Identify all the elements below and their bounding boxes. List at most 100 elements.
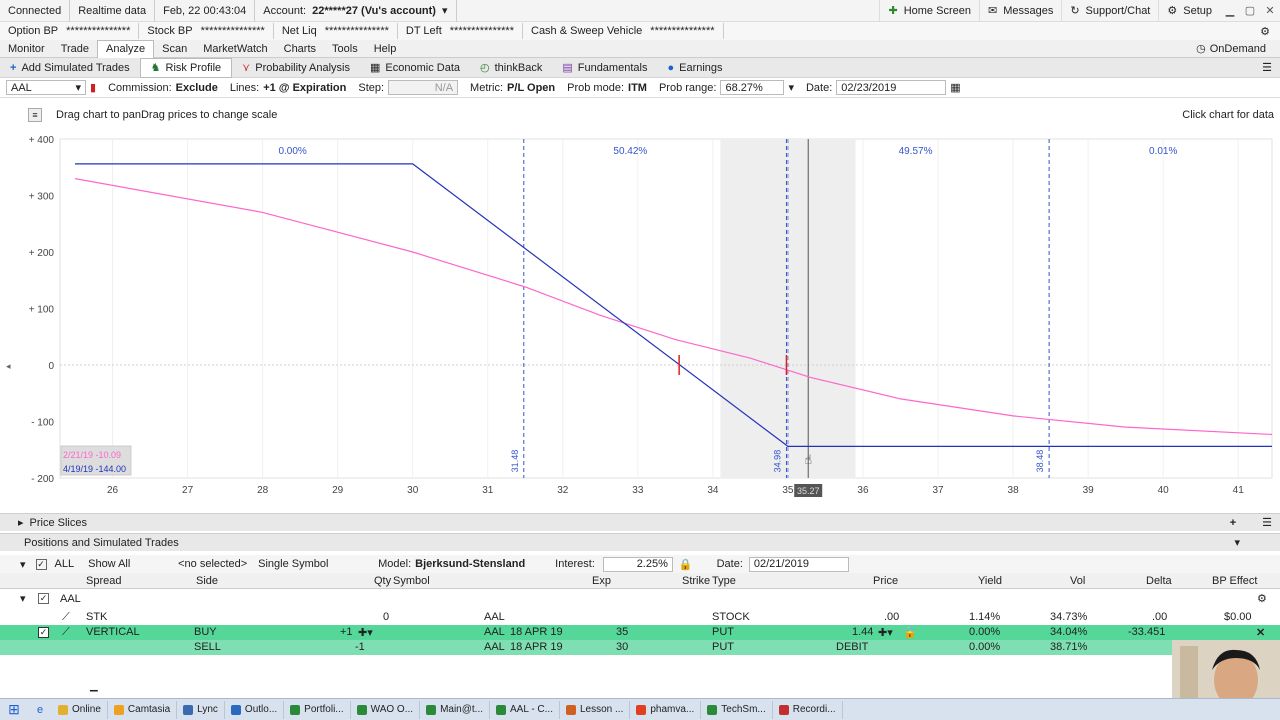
probability-analysis-tab[interactable]: ⋎ Probability Analysis xyxy=(232,58,360,78)
col-strike[interactable]: Strike xyxy=(682,575,710,587)
cell-spread[interactable]: VERTICAL xyxy=(86,626,140,638)
lock-icon[interactable]: 🔒 xyxy=(903,626,917,639)
gear-icon[interactable]: ⚙ xyxy=(1257,592,1267,605)
taskbar-item[interactable]: phamva... xyxy=(630,700,702,719)
metric-selector[interactable]: Metric: P/L Open xyxy=(464,78,561,98)
cell-type[interactable]: PUT xyxy=(712,626,734,638)
account-selector[interactable]: Account: 22*****27 (Vu's account) ▾ xyxy=(255,0,457,22)
cell-qty[interactable]: -1 xyxy=(355,641,365,653)
menu-icon[interactable]: ☰ xyxy=(1262,61,1272,74)
taskbar-item[interactable]: Recordi... xyxy=(773,700,843,719)
col-type[interactable]: Type xyxy=(712,575,736,587)
ie-icon[interactable]: e xyxy=(28,704,52,716)
cell-side[interactable]: SELL xyxy=(194,641,221,653)
cell-side[interactable]: BUY xyxy=(194,626,217,638)
tab-trade[interactable]: Trade xyxy=(53,40,97,58)
chevron-down-icon[interactable]: ▾ xyxy=(1234,536,1240,549)
taskbar-item[interactable]: Lesson ... xyxy=(560,700,631,719)
messages-button[interactable]: ✉ Messages xyxy=(978,0,1061,22)
support-chat-button[interactable]: ↻ Support/Chat xyxy=(1061,0,1158,22)
cell-type[interactable]: PUT xyxy=(712,641,734,653)
single-symbol-selector[interactable]: Single Symbol xyxy=(258,558,378,570)
pan-left-icon[interactable]: ◂ xyxy=(6,362,11,372)
cell-strike[interactable]: 30 xyxy=(616,641,628,653)
symbol-selector[interactable]: AAL ▾ ▮ xyxy=(0,78,102,98)
taskbar-item[interactable]: Portfoli... xyxy=(284,700,351,719)
col-bp-effect[interactable]: BP Effect xyxy=(1212,575,1257,587)
col-side[interactable]: Side xyxy=(196,575,218,587)
table-row[interactable]: ⟋ STK 0 AAL STOCK .00 1.14% 34.73% .00 $… xyxy=(0,610,1280,625)
cell-exp[interactable]: 18 APR 19 xyxy=(510,641,563,653)
row-checkbox[interactable]: ✓ xyxy=(38,627,49,638)
cell-price[interactable]: 1.44 xyxy=(852,626,873,638)
prob-range-selector[interactable]: Prob range: 68.27% ▾ xyxy=(653,78,800,98)
col-symbol[interactable]: Symbol xyxy=(393,575,430,587)
taskbar-item[interactable]: Online xyxy=(52,700,108,719)
no-selected-selector[interactable]: <no selected> xyxy=(178,558,258,570)
lines-selector[interactable]: Lines: +1 @ Expiration xyxy=(224,78,353,98)
taskbar-item[interactable]: Main@t... xyxy=(420,700,491,719)
tab-analyze[interactable]: Analyze xyxy=(97,39,155,58)
col-qty[interactable]: Qty xyxy=(374,575,391,587)
group-row[interactable]: ▾ ✓ AAL ⚙ xyxy=(0,590,1280,608)
minimize-icon[interactable]: ▁ xyxy=(1220,4,1240,17)
taskbar-item[interactable]: Outlo... xyxy=(225,700,285,719)
col-vol[interactable]: Vol xyxy=(1070,575,1085,587)
col-yield[interactable]: Yield xyxy=(978,575,1002,587)
taskbar-item[interactable]: Lync xyxy=(177,700,225,719)
cell-exp[interactable]: 18 APR 19 xyxy=(510,626,563,638)
home-screen-button[interactable]: ✚ Home Screen xyxy=(879,0,978,22)
plus-icon[interactable]: + xyxy=(1230,517,1236,529)
taskbar-item[interactable]: WAO O... xyxy=(351,700,421,719)
tab-tools[interactable]: Tools xyxy=(324,40,366,58)
col-spread[interactable]: Spread xyxy=(86,575,121,587)
commission-selector[interactable]: Commission: Exclude xyxy=(102,78,224,98)
positions-header[interactable]: Positions and Simulated Trades ▾ xyxy=(0,533,1280,551)
risk-profile-tab[interactable]: ♞ Risk Profile xyxy=(139,57,233,78)
step-selector[interactable]: Step: N/A xyxy=(352,78,464,98)
lock-icon[interactable]: 🔒 xyxy=(679,558,693,571)
date-selector[interactable]: Date: 02/23/2019 ▦ xyxy=(800,78,967,98)
price-slices-header[interactable]: ▸ Price Slices + ☰ xyxy=(0,513,1280,531)
taskbar-item[interactable]: Camtasia xyxy=(108,700,178,719)
maximize-icon[interactable]: ▢ xyxy=(1240,4,1260,17)
tab-scan[interactable]: Scan xyxy=(154,40,195,58)
checkbox-all[interactable]: ✓ xyxy=(35,558,47,570)
gear-icon[interactable]: ⚙ xyxy=(1260,25,1270,38)
ondemand-button[interactable]: ◷ OnDemand xyxy=(1188,40,1274,58)
cell-qty[interactable]: 0 xyxy=(383,611,389,623)
table-row[interactable]: ✓ ⟋ VERTICAL BUY +1 ✚▾ AAL 18 APR 19 35 … xyxy=(0,625,1280,640)
chevron-down-icon[interactable]: ▾ xyxy=(20,558,26,571)
qty-stepper-icon[interactable]: ✚▾ xyxy=(358,626,373,639)
close-icon[interactable]: ✕ xyxy=(1256,626,1265,639)
table-row[interactable]: SELL -1 AAL 18 APR 19 30 PUT DEBIT 0.00%… xyxy=(0,640,1280,655)
collapse-bar-icon[interactable]: ▁ xyxy=(90,681,98,692)
add-simulated-trades-tab[interactable]: + Add Simulated Trades xyxy=(0,58,140,78)
setup-button[interactable]: ⚙ Setup xyxy=(1158,0,1220,22)
col-exp[interactable]: Exp xyxy=(592,575,611,587)
taskbar-item[interactable]: TechSm... xyxy=(701,700,773,719)
group-checkbox[interactable]: ✓ xyxy=(38,593,49,604)
price-stepper-icon[interactable]: ✚▾ xyxy=(878,626,893,639)
fundamentals-tab[interactable]: ▤ Fundamentals xyxy=(552,58,657,78)
col-delta[interactable]: Delta xyxy=(1146,575,1172,587)
menu-icon[interactable]: ☰ xyxy=(1262,516,1272,529)
tab-charts[interactable]: Charts xyxy=(276,40,324,58)
economic-data-tab[interactable]: ▦ Economic Data xyxy=(360,58,470,78)
model-value[interactable]: Bjerksund-Stensland xyxy=(415,558,555,570)
interest-input[interactable]: 2.25% xyxy=(602,556,673,572)
plot-area[interactable] xyxy=(59,138,1273,479)
risk-profile-chart[interactable]: + 400 + 300 + 200 + 100 0 - 100 - 200 26 27 28 29 3… xyxy=(0,128,1280,500)
prob-mode-selector[interactable]: Prob mode: ITM xyxy=(561,78,653,98)
tab-marketwatch[interactable]: MarketWatch xyxy=(195,40,275,58)
tab-monitor[interactable]: Monitor xyxy=(0,40,53,58)
chevron-down-icon[interactable]: ▾ xyxy=(20,592,26,605)
cell-qty[interactable]: +1 xyxy=(340,626,353,638)
col-price[interactable]: Price xyxy=(873,575,898,587)
positions-date-input[interactable]: 02/21/2019 xyxy=(748,556,849,572)
taskbar-item[interactable]: AAL - C... xyxy=(490,700,560,719)
show-all-selector[interactable]: Show All xyxy=(88,558,178,570)
chart-settings-icon[interactable]: ≡ xyxy=(28,108,42,122)
thinkback-tab[interactable]: ◴ thinkBack xyxy=(470,58,552,78)
earnings-tab[interactable]: ● Earnings xyxy=(657,58,732,78)
